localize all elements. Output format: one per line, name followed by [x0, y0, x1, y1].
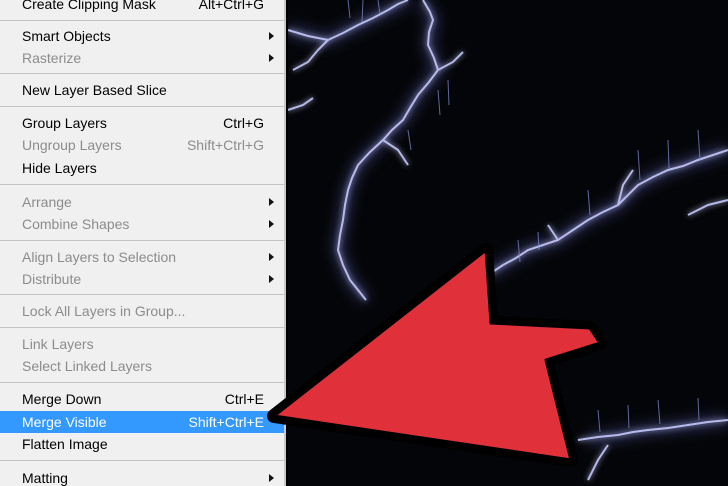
- pointer-arrow-icon: [267, 243, 607, 467]
- screenshot: Create Clipping Mask Alt+Ctrl+G Smart Ob…: [0, 0, 728, 486]
